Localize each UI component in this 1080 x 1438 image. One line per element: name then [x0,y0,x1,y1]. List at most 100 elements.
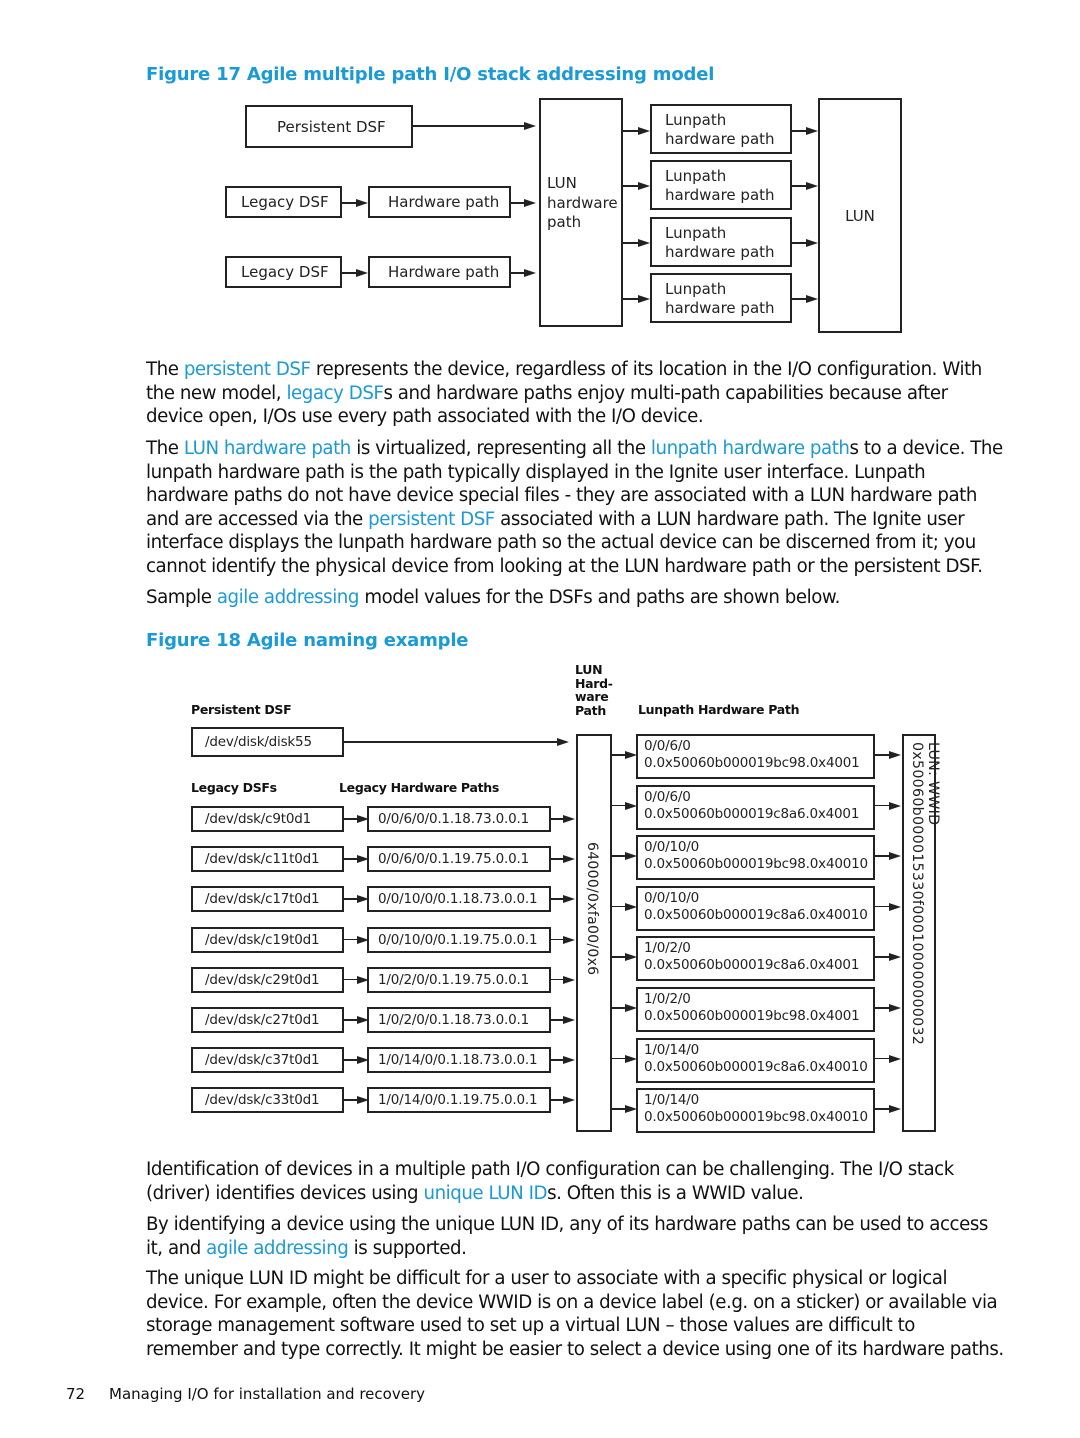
connector-line [413,125,525,127]
text: model values for the DSFs and paths are … [358,587,840,608]
connector-line [612,956,626,958]
lunpath-line: Lunpath [665,280,727,298]
arrow-icon [563,1056,575,1065]
header-legacy-hw-paths: Legacy Hardware Paths [339,780,499,795]
lun-label: LUN [845,206,875,225]
connector-line [792,242,806,244]
arrow-icon [889,953,901,962]
footer-section-title: Managing I/O for installation and recove… [109,1385,425,1403]
arrow-icon [638,239,650,247]
lunpath-hba: 1/0/14/0 [644,1041,699,1058]
text: is supported. [348,1237,467,1259]
page-number: 72 [66,1385,86,1403]
figure-18-title: Figure 18 Agile naming example [146,630,469,651]
connector-line [623,130,639,132]
arrow-icon [638,295,650,303]
arrow-icon [889,902,901,911]
link-persistent-dsf[interactable]: persistent DSF [368,509,495,530]
paragraph-by-identifying: By identifying a device using the unique… [146,1213,1006,1260]
lunpath-target: 0.0x50060b000019c8a6.0x40010 [644,906,868,923]
connector-line [792,185,806,187]
lunpath-hba: 0/0/10/0 [644,839,699,856]
arrow-icon [889,1054,901,1063]
legacy-dsf-box: Legacy DSF [225,186,342,218]
connector-line [344,818,358,820]
lun-hw-line: LUN [547,174,577,192]
connector-line [875,1057,890,1060]
connector-line [344,741,558,743]
link-lun-hardware-path[interactable]: LUN hardware path [184,438,352,459]
connector-line [612,855,626,857]
legacy-dsf-value: /dev/dsk/c17t0d1 [205,891,320,908]
connector-line [623,185,639,187]
legacy-hw-path-box: 0/0/6/0/0.1.18.73.0.0.1 [367,806,551,832]
text: The unique LUN ID might be difficult for… [146,1268,1004,1360]
link-legacy-dsf[interactable]: legacy DSF [286,383,383,404]
connector-line [612,1108,626,1110]
legacy-dsf-box: /dev/dsk/c29t0d1 [191,966,344,993]
arrow-icon [889,1004,901,1012]
paragraph-sample-values: Sample agile addressing model values for… [146,586,1006,610]
lunpath-target: 0.0x50060b000019c8a6.0x4001 [644,805,860,822]
lunpath-line: hardware path [665,243,775,261]
legacy-dsf-box: /dev/dsk/c17t0d1 [191,886,344,913]
text: is virtualized, representing all the [350,438,651,459]
persistent-dsf-label: Persistent DSF [277,117,386,136]
connector-line [344,858,358,860]
legacy-dsf-value: /dev/dsk/c37t0d1 [205,1052,320,1069]
lunpath-box: Lunpath hardware path [650,217,792,267]
link-agile-addressing[interactable]: agile addressing [217,587,360,608]
legacy-hw-path-box: 1/0/2/0/0.1.19.75.0.0.1 [367,966,551,993]
connector-line [612,804,626,807]
lunpath-line: Lunpath [665,111,727,129]
legacy-hw-path-box: 0/0/10/0/0.1.18.73.0.0.1 [367,886,551,913]
lunpath-hba: 1/0/2/0 [644,991,691,1007]
lunpath-box: 0/0/6/0 0.0x50060b000019bc98.0x4001 [636,734,875,779]
arrow-icon [638,127,650,135]
arrow-icon [638,182,650,190]
legacy-dsf-box: /dev/dsk/c19t0d1 [191,926,344,953]
lunpath-hba: 1/0/2/0 [644,940,691,957]
arrow-icon [557,738,569,746]
connector-line [344,1099,358,1101]
legacy-hw-path-value: 0/0/10/0/0.1.19.75.0.0.1 [378,931,538,948]
lunpath-target: 0.0x50060b000019c8a6.0x4001 [644,957,860,974]
header-persistent-dsf: Persistent DSF [191,702,292,717]
legacy-dsf-label: Legacy DSF [241,263,329,281]
connector-line [344,1059,358,1061]
connector-line [342,202,356,204]
legacy-hw-path-value: 1/0/2/0/0.1.19.75.0.0.1 [378,971,529,988]
legacy-hw-path-value: 0/0/10/0/0.1.18.73.0.0.1 [378,891,538,908]
connector-line [875,905,890,908]
lunpath-target: 0.0x50060b000019bc98.0x4001 [644,755,860,771]
header-lun-hw-path: LUN Hard- ware Path [575,663,613,717]
arrow-icon [356,269,368,277]
connector-line [875,1007,890,1009]
legacy-hw-path-value: 1/0/2/0/0.1.18.73.0.0.1 [378,1012,529,1028]
link-persistent-dsf[interactable]: persistent DSF [184,359,311,380]
connector-line [511,202,525,204]
lun-wwid-value: LUN: WWID 0x50060b000015330f000100000000… [909,742,941,1046]
legacy-dsf-label: Legacy DSF [241,193,329,211]
paragraph-identification: Identification of devices in a multiple … [146,1158,1006,1205]
connector-line [875,804,890,807]
connector-line [875,1108,890,1110]
connector-line [612,754,626,756]
legacy-hw-path-value: 0/0/6/0/0.1.18.73.0.0.1 [378,811,529,827]
connector-line [344,1019,358,1021]
connector-line [612,1007,626,1009]
connector-line [875,855,890,857]
link-agile-addressing[interactable]: agile addressing [206,1238,349,1259]
text: The [146,438,184,459]
lun-hw-path-value-box: 64000/0xfa00/0x6 [576,734,612,1132]
link-lunpath-hardware-path[interactable]: lunpath hardware path [651,438,850,459]
link-unique-lun-id[interactable]: unique LUN ID [424,1183,548,1204]
lunpath-line: Lunpath [665,224,727,242]
paragraph-persistent-dsf: The persistent DSF represents the device… [146,358,1006,429]
legacy-dsf-value: /dev/dsk/c11t0d1 [205,851,320,868]
legacy-hw-path-box: 1/0/14/0/0.1.18.73.0.0.1 [367,1047,551,1074]
lunpath-line: Lunpath [665,167,727,185]
legacy-hw-path-box: 1/0/2/0/0.1.18.73.0.0.1 [367,1007,551,1033]
lunpath-box: Lunpath hardware path [650,273,792,323]
hardware-path-label: Hardware path [388,263,500,281]
